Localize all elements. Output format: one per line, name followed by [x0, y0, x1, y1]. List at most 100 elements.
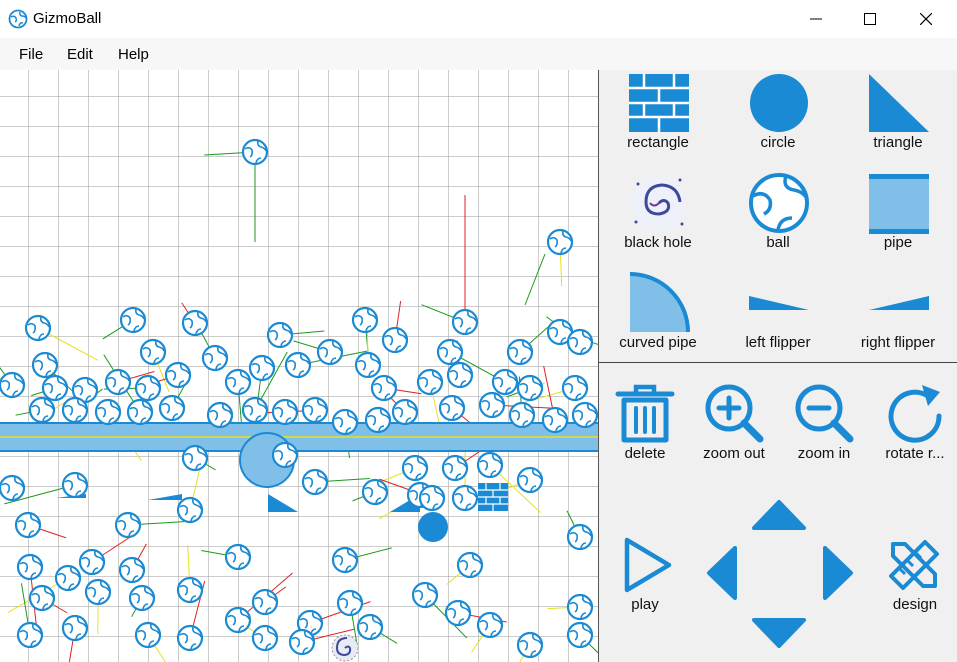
menu-help[interactable]: Help [118, 46, 149, 63]
ball-gizmo[interactable] [411, 581, 439, 609]
ball-gizmo[interactable] [476, 611, 504, 639]
tool-ball[interactable]: ball [719, 170, 837, 266]
ball-gizmo[interactable] [164, 361, 192, 389]
ball-gizmo[interactable] [266, 321, 294, 349]
ball-gizmo[interactable] [331, 546, 359, 574]
ball-gizmo[interactable] [31, 351, 59, 379]
ball-gizmo[interactable] [78, 548, 106, 576]
delete-button[interactable]: delete [609, 382, 681, 466]
ball-gizmo[interactable] [271, 441, 299, 469]
black-hole-gizmo[interactable] [331, 634, 359, 662]
play-button[interactable]: play [609, 536, 681, 616]
ball-gizmo[interactable] [206, 401, 234, 429]
ball-gizmo[interactable] [566, 328, 594, 356]
move-right-button[interactable] [821, 544, 855, 602]
ball-gizmo[interactable] [336, 589, 364, 617]
ball-gizmo[interactable] [158, 394, 186, 422]
ball-gizmo[interactable] [181, 444, 209, 472]
ball-gizmo[interactable] [516, 631, 544, 659]
ball-gizmo[interactable] [94, 398, 122, 426]
tool-circle[interactable]: circle [719, 70, 837, 166]
ball-gizmo[interactable] [446, 361, 474, 389]
move-up-button[interactable] [750, 498, 808, 532]
ball-gizmo[interactable] [24, 314, 52, 342]
tool-rectangle[interactable]: rectangle [599, 70, 717, 166]
ball-gizmo[interactable] [139, 338, 167, 366]
ball-gizmo[interactable] [561, 374, 589, 402]
ball-gizmo[interactable] [54, 564, 82, 592]
ball-gizmo[interactable] [331, 408, 359, 436]
tool-right-flipper[interactable]: right flipper [839, 270, 957, 366]
ball-gizmo[interactable] [436, 338, 464, 366]
ball-gizmo[interactable] [566, 621, 594, 649]
maximize-button[interactable] [847, 0, 893, 38]
ball-gizmo[interactable] [176, 624, 204, 652]
ball-gizmo[interactable] [134, 621, 162, 649]
ball-gizmo[interactable] [28, 584, 56, 612]
ball-gizmo[interactable] [134, 374, 162, 402]
ball-gizmo[interactable] [391, 398, 419, 426]
tool-curved-pipe[interactable]: curved pipe [599, 270, 717, 366]
ball-gizmo[interactable] [356, 613, 384, 641]
ball-gizmo[interactable] [248, 354, 276, 382]
circle-gizmo-small[interactable] [418, 512, 448, 542]
minimize-button[interactable] [793, 0, 839, 38]
ball-gizmo[interactable] [416, 368, 444, 396]
menu-edit[interactable]: Edit [67, 46, 93, 63]
ball-gizmo[interactable] [84, 578, 112, 606]
ball-gizmo[interactable] [241, 396, 269, 424]
ball-gizmo[interactable] [546, 228, 574, 256]
tool-black-hole[interactable]: black hole [599, 170, 717, 266]
ball-gizmo[interactable] [361, 478, 389, 506]
ball-gizmo[interactable] [381, 326, 409, 354]
move-left-button[interactable] [705, 544, 739, 602]
ball-gizmo[interactable] [571, 401, 598, 429]
ball-gizmo[interactable] [14, 511, 42, 539]
ball-gizmo[interactable] [284, 351, 312, 379]
ball-gizmo[interactable] [301, 396, 329, 424]
ball-gizmo[interactable] [118, 556, 146, 584]
ball-gizmo[interactable] [114, 511, 142, 539]
ball-gizmo[interactable] [251, 624, 279, 652]
ball-gizmo[interactable] [566, 593, 594, 621]
ball-gizmo[interactable] [104, 368, 132, 396]
ball-gizmo[interactable] [441, 454, 469, 482]
ball-gizmo[interactable] [16, 553, 44, 581]
ball-gizmo[interactable] [28, 396, 56, 424]
ball-gizmo[interactable] [0, 474, 26, 502]
ball-gizmo[interactable] [438, 394, 466, 422]
ball-gizmo[interactable] [444, 599, 472, 627]
ball-gizmo[interactable] [61, 614, 89, 642]
ball-gizmo[interactable] [478, 391, 506, 419]
ball-gizmo[interactable] [288, 628, 316, 656]
rotate-button[interactable]: rotate r... [879, 382, 951, 466]
move-down-button[interactable] [750, 616, 808, 650]
zoom-in-button[interactable]: zoom in [783, 382, 865, 466]
menu-file[interactable]: File [19, 46, 43, 63]
ball-gizmo[interactable] [241, 138, 269, 166]
board-canvas[interactable] [0, 70, 598, 662]
ball-gizmo[interactable] [126, 398, 154, 426]
ball-gizmo[interactable] [370, 374, 398, 402]
ball-gizmo[interactable] [176, 576, 204, 604]
ball-gizmo[interactable] [176, 496, 204, 524]
ball-gizmo[interactable] [61, 471, 89, 499]
ball-gizmo[interactable] [316, 338, 344, 366]
tool-triangle[interactable]: triangle [839, 70, 957, 166]
ball-gizmo[interactable] [128, 584, 156, 612]
ball-gizmo[interactable] [0, 371, 26, 399]
ball-gizmo[interactable] [476, 451, 504, 479]
ball-gizmo[interactable] [201, 344, 229, 372]
ball-gizmo[interactable] [224, 606, 252, 634]
ball-gizmo[interactable] [516, 374, 544, 402]
zoom-out-button[interactable]: zoom out [693, 382, 775, 466]
ball-gizmo[interactable] [456, 551, 484, 579]
ball-gizmo[interactable] [566, 523, 594, 551]
game-board[interactable] [0, 70, 599, 662]
tool-pipe[interactable]: pipe [839, 170, 957, 266]
ball-gizmo[interactable] [301, 468, 329, 496]
ball-gizmo[interactable] [181, 309, 209, 337]
close-button[interactable] [903, 0, 949, 38]
ball-gizmo[interactable] [401, 454, 429, 482]
ball-gizmo[interactable] [506, 338, 534, 366]
